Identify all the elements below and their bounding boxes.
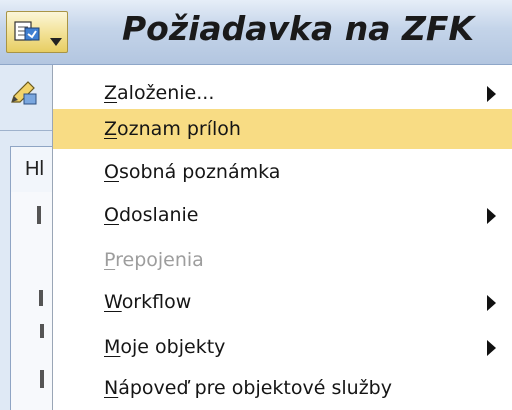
- object-services-button[interactable]: [6, 11, 68, 53]
- submenu-arrow-icon: [487, 208, 496, 224]
- menu-item-label: doslanie: [118, 204, 199, 226]
- menu-item-personal-note[interactable]: Osobná poznámka: [53, 152, 512, 192]
- submenu-arrow-icon: [487, 340, 496, 356]
- menu-item-label: oje objekty: [120, 336, 226, 358]
- menu-item-send[interactable]: Odoslanie: [53, 195, 512, 235]
- menu-item-accelerator: Z: [104, 82, 118, 104]
- window-title: Požiadavka na ZFK: [122, 9, 475, 48]
- menu-item-accelerator: Z: [104, 118, 118, 140]
- menu-item-attachment-list[interactable]: Zoznam príloh: [53, 109, 512, 149]
- menu-item-accelerator: N: [104, 377, 119, 399]
- menu-item-label: orkflow: [121, 291, 192, 313]
- menu-item-relationships: Prepojenia: [53, 240, 512, 280]
- menu-item-label: sobná poznámka: [118, 161, 281, 183]
- tab-content-panel: [10, 192, 54, 410]
- menu-item-accelerator: O: [104, 161, 119, 183]
- menu-item-accelerator: P: [104, 249, 116, 271]
- dropdown-arrow-icon: [50, 38, 62, 46]
- submenu-arrow-icon: [487, 295, 496, 311]
- menu-item-workflow[interactable]: Workflow: [53, 282, 512, 322]
- tab-main[interactable]: Hl: [10, 146, 54, 192]
- content-fragment: [37, 206, 41, 224]
- edit-pencil-icon[interactable]: [8, 78, 38, 108]
- menu-item-accelerator: M: [104, 336, 121, 358]
- menu-item-my-objects[interactable]: Moje objekty: [53, 327, 512, 367]
- content-fragment: [40, 370, 44, 388]
- menu-item-object-services-help[interactable]: Nápoveď pre objektové služby: [53, 368, 512, 408]
- menu-item-accelerator: W: [104, 291, 122, 313]
- object-services-menu: Založenie... Zoznam príloh Osobná poznám…: [52, 65, 512, 410]
- menu-item-label: repojenia: [115, 249, 204, 271]
- generic-object-services-icon: [14, 21, 40, 41]
- menu-item-accelerator: O: [104, 204, 119, 226]
- submenu-arrow-icon: [487, 86, 496, 102]
- menu-item-label: oznam príloh: [117, 118, 241, 140]
- menu-item-label: aloženie...: [117, 82, 215, 104]
- title-bar: Požiadavka na ZFK: [0, 0, 512, 65]
- menu-item-label: ápoveď pre objektové služby: [118, 377, 392, 399]
- toolbar-divider: [0, 130, 52, 131]
- menu-item-create[interactable]: Založenie...: [53, 73, 512, 113]
- content-fragment: [40, 324, 44, 338]
- content-fragment: [39, 290, 43, 306]
